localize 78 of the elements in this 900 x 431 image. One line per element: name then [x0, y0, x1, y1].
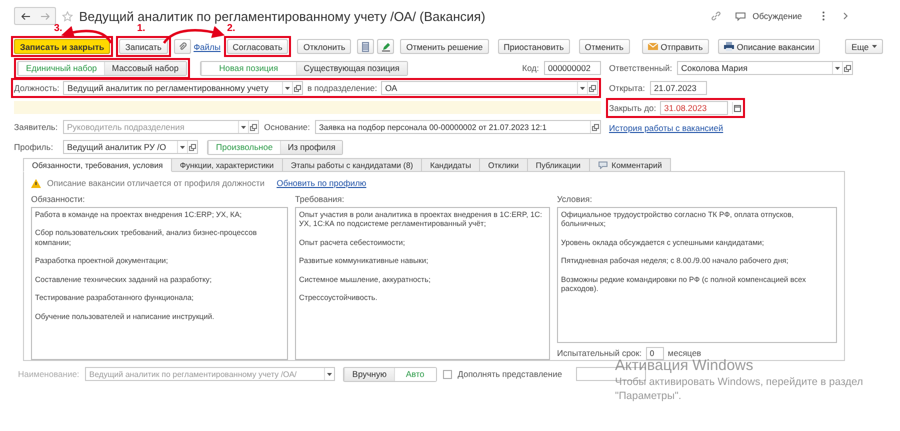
more-icon[interactable] [822, 11, 825, 21]
save-and-close-button[interactable]: Записать и закрыть [14, 39, 110, 54]
discussion-link[interactable]: Обсуждение [752, 11, 802, 21]
history-link[interactable]: История работы с вакансией [609, 123, 724, 133]
text-area[interactable] [557, 207, 837, 343]
position-type-option[interactable]: Существующая позиция [296, 62, 407, 74]
tab[interactable]: Публикации [526, 158, 590, 172]
table-icon [362, 42, 370, 52]
append-label: Дополнять представление [458, 369, 562, 379]
edit-button[interactable] [377, 39, 394, 54]
tab[interactable]: Обязанности, требования, условия [23, 158, 172, 172]
toolbar-button[interactable]: Отклонить [297, 39, 352, 54]
activation-text: Чтобы активировать Windows, перейдите в раздел [615, 376, 863, 388]
probation-field[interactable]: 0 [646, 346, 664, 360]
name-label: Наименование: [18, 369, 80, 379]
probation-unit: месяцев [668, 348, 702, 358]
chevron-right-icon[interactable] [843, 12, 848, 20]
step-number: 1. [137, 23, 146, 34]
comment-icon [598, 161, 608, 169]
tab[interactable]: Этапы работы с кандидатами (8) [282, 158, 422, 172]
files-link[interactable]: Файлы [194, 42, 221, 52]
recruitment-option[interactable]: Массовый набор [104, 62, 186, 74]
table-button[interactable] [357, 39, 374, 54]
toolbar-button[interactable]: Записать [119, 39, 168, 54]
close-by-label: Закрыть до: [609, 103, 656, 113]
pen-icon [380, 42, 391, 52]
activation-text: "Параметры". [615, 390, 682, 402]
basis-label: Основание: [264, 122, 310, 132]
column-label: Условия: [557, 194, 594, 204]
step-number: 3. [54, 23, 62, 34]
calendar-icon [734, 104, 742, 112]
tab[interactable]: Кандидаты [421, 158, 480, 172]
toolbar-button[interactable]: Согласовать [226, 39, 288, 54]
tab[interactable]: Отклики [479, 158, 528, 172]
send-button[interactable]: Отправить [642, 39, 709, 54]
text-area[interactable] [295, 207, 550, 360]
dropdown-button[interactable] [324, 368, 334, 380]
warning-icon [31, 178, 41, 188]
attach-button[interactable] [174, 39, 191, 54]
code-field[interactable]: 000000002 [545, 63, 600, 73]
tab[interactable]: Функции, характеристики [170, 158, 283, 172]
warning-text: Описание вакансии отличается от профиля должности [47, 178, 265, 188]
window-title: Ведущий аналитик по регламентированному учету /ОА/ (Вакансия) [79, 8, 486, 24]
toolbar-button[interactable]: Отменить [578, 39, 630, 54]
caret-icon [872, 45, 877, 48]
applicant-label: Заявитель: [14, 122, 58, 132]
code-label: Код: [522, 63, 539, 73]
profile-option[interactable]: Из профиля [280, 140, 342, 154]
update-from-profile-link[interactable]: Обновить по профилю [276, 178, 366, 188]
department-label: в подразделение: [307, 83, 378, 93]
tab[interactable]: Комментарий [588, 158, 671, 172]
star-icon[interactable] [62, 10, 73, 22]
column-label: Обязанности: [31, 194, 86, 204]
toolbar-button[interactable]: Приостановить [498, 39, 570, 54]
activation-title: Активация Windows [615, 357, 754, 374]
envelope-icon [648, 43, 658, 50]
caret-icon [327, 372, 332, 376]
column-label: Требования: [295, 194, 346, 204]
open-icon[interactable] [590, 121, 600, 133]
arrow-left-icon [20, 12, 30, 20]
calendar-button[interactable] [732, 102, 742, 114]
probation-label: Испытательный срок: [557, 348, 642, 358]
text-area[interactable] [31, 207, 288, 360]
printer-icon [724, 42, 734, 51]
print-button[interactable]: Описание вакансии [718, 39, 820, 54]
close-by-field[interactable]: 31.08.2023 [661, 103, 728, 113]
profile-label: Профиль: [14, 142, 54, 152]
position-label: Должность: [14, 83, 60, 93]
opened-field[interactable]: 21.07.2023 [650, 83, 706, 93]
paperclip-icon [178, 42, 187, 51]
opened-label: Открыта: [609, 83, 645, 93]
chat-icon[interactable] [735, 12, 746, 20]
toolbar-button[interactable]: Отменить решение [400, 39, 489, 54]
arrow-right-icon [40, 12, 50, 20]
link-icon[interactable] [711, 11, 722, 21]
responsible-label: Ответственный: [609, 63, 672, 73]
more-menu-button[interactable]: Еще [845, 39, 883, 54]
step-number: 2. [227, 23, 236, 34]
